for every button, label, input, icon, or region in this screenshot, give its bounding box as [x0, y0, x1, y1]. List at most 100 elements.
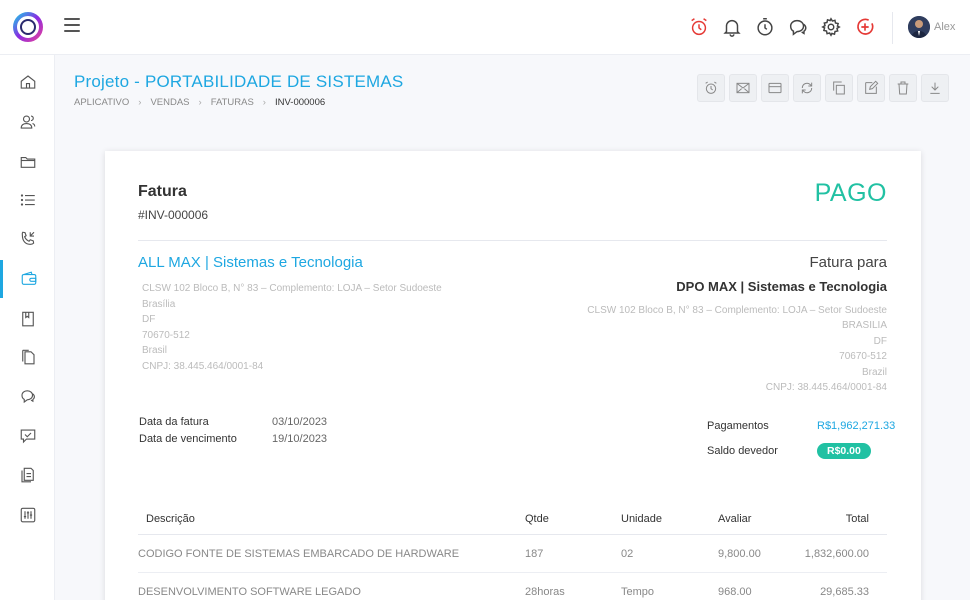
- sidebar-item-settings[interactable]: [0, 496, 55, 534]
- sidebar-item-users[interactable]: [0, 103, 55, 141]
- bell-icon[interactable]: [721, 16, 743, 38]
- edit-button[interactable]: [857, 74, 885, 102]
- company-name: ALL MAX | Sistemas e Tecnologia: [138, 254, 363, 271]
- balance-label: Saldo devedor: [707, 445, 778, 457]
- chat-icon[interactable]: [787, 16, 809, 38]
- invoice-card: Fatura #INV-000006 PAGO ALL MAX | Sistem…: [105, 151, 921, 600]
- download-icon: [930, 82, 940, 94]
- clone-button[interactable]: [825, 74, 853, 102]
- address-line: DF: [873, 335, 887, 347]
- top-bar: Alex: [0, 0, 970, 55]
- invoice-actions: [697, 74, 953, 102]
- bill-to-heading: Fatura para: [809, 254, 887, 271]
- breadcrumb-item-sales[interactable]: VENDAS: [150, 97, 189, 108]
- send-email-button[interactable]: [729, 74, 757, 102]
- breadcrumb-item-current: INV-000006: [274, 97, 326, 108]
- address-line: 70670-512: [839, 351, 887, 363]
- cell-rate: 9,800.00: [718, 547, 761, 560]
- address-line: CLSW 102 Bloco B, N° 83 – Complemento: L…: [587, 305, 887, 316]
- cell-rate: 968.00: [718, 585, 752, 598]
- company-address: CLSW 102 Bloco B, N° 83 – Complemento: L…: [142, 281, 442, 375]
- cell-description: DESENVOLVIMENTO SOFTWARE LEGADO: [138, 585, 361, 598]
- avatar[interactable]: [908, 16, 930, 38]
- cell-unit: Tempo: [621, 585, 655, 598]
- balance-badge: R$0.00: [817, 443, 871, 459]
- sidebar: [0, 55, 55, 600]
- support-icon: [20, 429, 35, 444]
- copy-icon: [833, 81, 845, 95]
- chevron-right-icon: ›: [262, 97, 266, 108]
- folder-icon: [20, 156, 35, 168]
- user-name[interactable]: Alex: [934, 21, 955, 33]
- list-icon: [20, 194, 35, 206]
- invoice-dates: Data da fatura 03/10/2023 Data de vencim…: [139, 416, 327, 450]
- delete-button[interactable]: [889, 74, 917, 102]
- download-button[interactable]: [921, 74, 949, 102]
- cell-qty: 28horas: [525, 585, 565, 598]
- column-header: Avaliar: [718, 512, 752, 525]
- breadcrumb-item-app[interactable]: APLICATIVO: [74, 97, 129, 108]
- sidebar-item-knowledge[interactable]: [0, 300, 55, 338]
- column-header: Qtde: [525, 512, 549, 525]
- breadcrumb-item-invoices[interactable]: FATURAS: [211, 97, 254, 108]
- address-line: Brasil: [142, 345, 168, 357]
- status-badge: PAGO: [814, 179, 887, 207]
- client-name[interactable]: DPO MAX | Sistemas e Tecnologia: [676, 279, 887, 294]
- line-items-table: Descrição Qtde Unidade Avaliar Total COD…: [138, 503, 887, 600]
- reminder-button[interactable]: [697, 74, 725, 102]
- due-date-value: 19/10/2023: [272, 433, 328, 445]
- wallet-icon: [21, 271, 37, 285]
- payment-button[interactable]: [761, 74, 789, 102]
- sidebar-item-support[interactable]: [0, 417, 55, 455]
- refresh-icon: [801, 82, 813, 94]
- app-logo-icon[interactable]: [12, 11, 44, 43]
- invoice-heading: Fatura: [138, 183, 187, 200]
- cell-description: CODIGO FONTE DE SISTEMAS EMBARCADO DE HA…: [138, 547, 460, 560]
- add-icon[interactable]: [854, 16, 876, 38]
- sidebar-item-home[interactable]: [0, 63, 55, 101]
- sidebar-item-tasks[interactable]: [0, 181, 55, 219]
- timer-icon[interactable]: [754, 16, 776, 38]
- phone-icon: [21, 231, 34, 245]
- table-row: CODIGO FONTE DE SISTEMAS EMBARCADO DE HA…: [138, 535, 887, 573]
- table-row: DESENVOLVIMENTO SOFTWARE LEGADO 28horas …: [138, 573, 887, 600]
- documents-icon: [21, 349, 35, 365]
- alarm-icon: [705, 81, 717, 94]
- column-header: Unidade: [621, 512, 662, 525]
- sidebar-item-projects[interactable]: [0, 143, 55, 181]
- address-line: Brasília: [142, 298, 176, 310]
- chat-icon: [20, 390, 35, 404]
- topbar-divider: [892, 12, 893, 44]
- address-line: Brazil: [861, 366, 887, 378]
- column-header: Total: [845, 512, 869, 525]
- address-line: BRASILIA: [841, 320, 887, 332]
- edit-icon: [865, 80, 879, 94]
- sidebar-item-calls[interactable]: [0, 220, 55, 258]
- sidebar-item-files[interactable]: [0, 456, 55, 494]
- sidebar-item-sales[interactable]: [0, 260, 55, 298]
- cell-total: 1,832,600.00: [804, 547, 869, 560]
- cell-total: 29,685.33: [820, 585, 869, 598]
- chevron-right-icon: ›: [138, 97, 142, 108]
- address-line: CNPJ: 38.445.464/0001-84: [765, 382, 887, 394]
- payments-label: Pagamentos: [707, 420, 769, 432]
- table-header: Descrição Qtde Unidade Avaliar Total: [138, 503, 887, 535]
- users-icon: [20, 115, 35, 129]
- payments-value[interactable]: R$1,962,271.33: [817, 420, 895, 432]
- divider: [138, 240, 887, 241]
- address-line: CLSW 102 Bloco B, N° 83 – Complemento: L…: [142, 283, 442, 294]
- mail-icon: [736, 82, 750, 94]
- recurring-button[interactable]: [793, 74, 821, 102]
- payment-summary: Pagamentos R$1,962,271.33 Saldo devedor …: [707, 420, 895, 470]
- alarm-icon[interactable]: [688, 16, 710, 38]
- book-icon: [21, 311, 34, 327]
- card-icon: [768, 82, 782, 94]
- menu-toggle-icon[interactable]: [64, 18, 80, 32]
- sidebar-item-contracts[interactable]: [0, 338, 55, 376]
- breadcrumb: APLICATIVO › VENDAS › FATURAS › INV-0000…: [74, 97, 325, 108]
- address-line: CNPJ: 38.445.464/0001-84: [142, 360, 264, 372]
- cell-qty: 187: [525, 547, 544, 560]
- sidebar-item-messages[interactable]: [0, 377, 55, 415]
- home-icon: [20, 75, 35, 89]
- gear-icon[interactable]: [820, 16, 842, 38]
